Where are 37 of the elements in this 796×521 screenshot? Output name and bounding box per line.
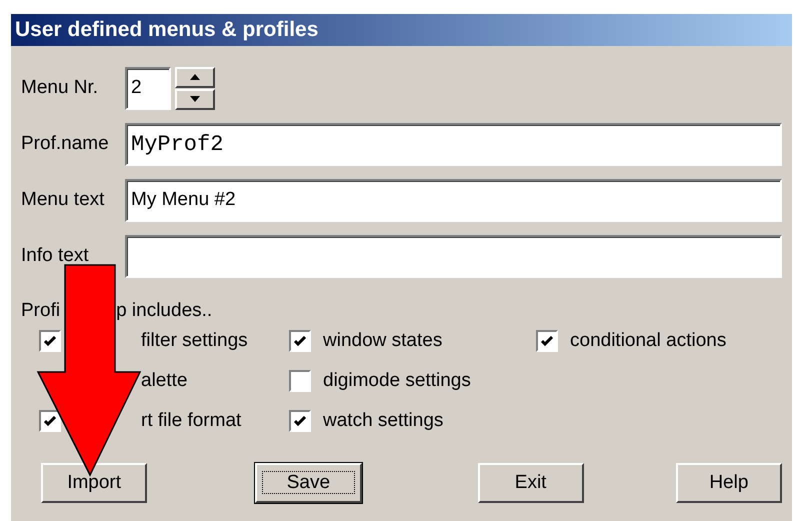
spin-down-button[interactable] [175,88,215,110]
dialog-button[interactable]: Save [255,463,362,503]
check-icon [44,336,56,346]
dialog-button[interactable]: Import [41,463,148,503]
check-icon [294,416,306,426]
checkbox[interactable] [39,330,61,352]
menu-nr-label: Menu Nr. [21,77,100,99]
window-title: User defined menus & profiles [11,14,792,46]
dialog-button[interactable]: Exit [478,463,584,503]
checkbox-label: rt file format [141,410,242,432]
checkbox[interactable] [536,330,558,352]
section-label: p includes.. [116,300,212,322]
checkbox[interactable] [289,370,311,392]
spin-up-button[interactable] [175,66,215,88]
checkbox[interactable] [289,330,311,352]
field-label: Prof.name [21,133,110,155]
menu-nr-field[interactable]: 2 [125,66,171,110]
checkbox[interactable] [289,410,311,432]
check-icon [44,416,56,426]
input-field[interactable] [125,234,782,278]
checkbox-label: watch settings [323,410,444,432]
checkbox-label: window states [323,330,442,352]
checkbox-label: filter settings [141,330,248,352]
field-label: Info text [21,245,90,267]
up-arrow-icon [190,74,200,80]
section-label: Profi [21,300,60,322]
field-label: Menu text [21,189,106,211]
check-icon [294,336,306,346]
dialog-button[interactable]: Help [676,463,782,503]
check-icon [541,336,553,346]
checkbox-label: digimode settings [323,370,471,392]
input-field[interactable]: MyProf2 [125,122,782,166]
down-arrow-icon [190,96,200,102]
checkbox[interactable] [39,410,61,432]
checkbox-label: alette [141,370,188,392]
checkbox-label: conditional actions [570,330,726,352]
input-field[interactable]: My Menu #2 [125,178,782,222]
